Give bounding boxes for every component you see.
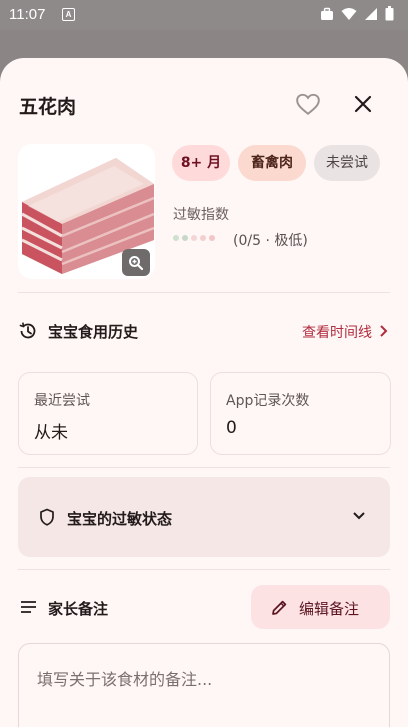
close-icon xyxy=(354,95,372,113)
status-bar: 11:07 A xyxy=(0,0,408,30)
food-detail-sheet: 五花肉 8+ 月 畜禽肉 未尝试 过敏指数 (0/5 · 极低) 宝宝食用历史 … xyxy=(0,58,408,727)
pencil-icon xyxy=(272,600,287,615)
food-title: 五花肉 xyxy=(19,96,77,118)
app-records-value: 0 xyxy=(226,418,237,438)
allergy-dot xyxy=(209,235,215,241)
age-chip: 8+ 月 xyxy=(172,145,230,181)
divider xyxy=(18,569,390,570)
edit-notes-label: 编辑备注 xyxy=(299,600,360,618)
battery-icon xyxy=(385,6,394,21)
history-icon xyxy=(19,322,36,339)
allergy-index-value: (0/5 · 极低) xyxy=(233,233,308,249)
allergy-dot xyxy=(191,235,197,241)
edit-notes-button[interactable]: 编辑备注 xyxy=(251,585,390,629)
close-button[interactable] xyxy=(347,88,379,120)
chevron-down-icon xyxy=(353,512,365,520)
status-icons xyxy=(320,6,394,21)
history-header: 宝宝食用历史 查看时间线 xyxy=(18,314,390,348)
chevron-right-icon[interactable] xyxy=(378,324,390,338)
status-time: 11:07 xyxy=(9,6,46,23)
status-chip: 未尝试 xyxy=(314,145,380,181)
divider xyxy=(18,467,390,468)
last-tried-value: 从未 xyxy=(34,423,68,443)
favorite-button[interactable] xyxy=(292,88,324,120)
notification-icon: A xyxy=(62,8,75,21)
notes-placeholder: 填写关于该食材的备注... xyxy=(37,670,213,689)
zoom-image-button[interactable] xyxy=(122,249,150,276)
allergy-dots xyxy=(173,235,215,241)
notes-title: 家长备注 xyxy=(48,600,109,618)
app-records-card: App记录次数 0 xyxy=(210,372,391,455)
history-title: 宝宝食用历史 xyxy=(48,323,139,341)
zoom-in-icon xyxy=(129,255,144,270)
briefcase-icon xyxy=(321,7,333,20)
last-tried-card: 最近尝试 从未 xyxy=(18,372,198,455)
allergy-status-expander[interactable]: 宝宝的过敏状态 xyxy=(18,477,390,557)
view-timeline-link[interactable]: 查看时间线 xyxy=(302,322,372,342)
heart-outline-icon xyxy=(296,93,320,115)
notes-input[interactable]: 填写关于该食材的备注... xyxy=(18,643,390,727)
allergy-dot xyxy=(182,235,188,241)
last-tried-label: 最近尝试 xyxy=(34,393,90,409)
allergy-status-label: 宝宝的过敏状态 xyxy=(67,510,173,528)
category-chip: 畜禽肉 xyxy=(238,145,306,181)
wifi-icon xyxy=(341,7,357,20)
divider xyxy=(18,292,390,293)
signal-icon xyxy=(365,7,377,20)
allergy-index-label: 过敏指数 xyxy=(173,207,229,223)
notes-icon xyxy=(21,601,36,613)
app-records-label: App记录次数 xyxy=(226,393,310,409)
shield-icon xyxy=(40,508,54,526)
allergy-dot xyxy=(200,235,206,241)
allergy-dot xyxy=(173,235,179,241)
